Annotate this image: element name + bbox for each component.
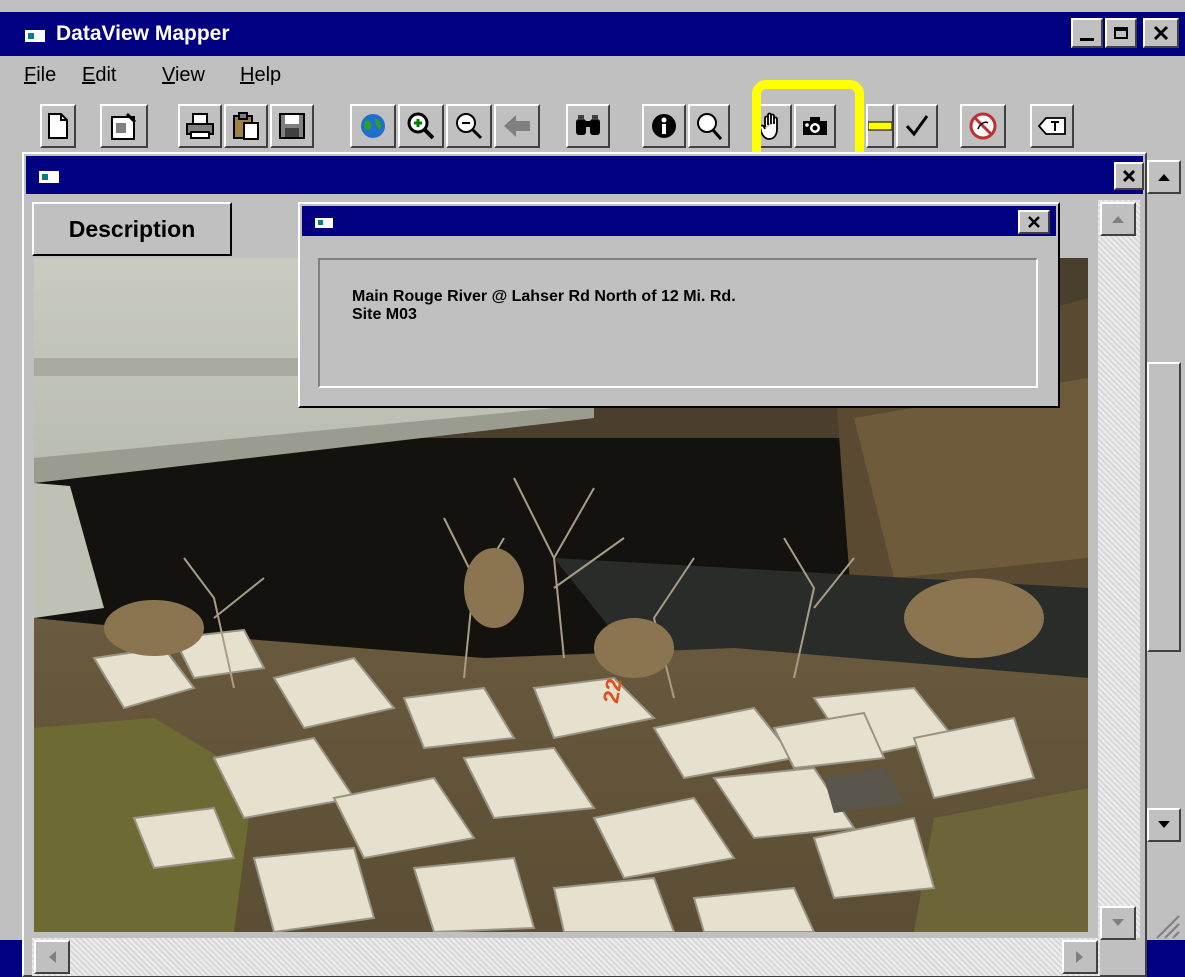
photo-vertical-scrollbar[interactable] [1098,200,1140,938]
photo-window-icon [38,166,60,184]
description-popup: Main Rouge River @ Lahser Rd North of 12… [298,202,1060,408]
new-document-button[interactable] [40,104,76,148]
new-document-icon [48,113,68,139]
photo-window-close-button[interactable] [1114,162,1144,190]
print-button[interactable] [178,104,222,148]
paste-button[interactable] [224,104,268,148]
scroll-left-icon [49,951,56,963]
maximize-icon [1114,27,1128,39]
minimize-icon [1080,37,1094,41]
info-button[interactable] [642,104,686,148]
properties-button[interactable] [100,104,148,148]
main-scroll-thumb[interactable] [1147,362,1181,652]
close-icon [1028,216,1040,228]
menu-edit[interactable]: Edit [82,64,116,87]
no-selection-button[interactable] [960,104,1006,148]
app-title: DataView Mapper [56,22,230,45]
info-icon [652,114,676,138]
scroll-down-icon [1158,821,1170,828]
scroll-up-icon [1158,174,1170,181]
photo-window-title-bar[interactable] [26,156,1143,194]
description-button-label: Description [68,215,196,242]
photo-scroll-down-button[interactable] [1100,906,1136,940]
size-grip[interactable] [1147,880,1181,940]
site-location-text: Main Rouge River @ Lahser Rd North of 12… [352,288,736,305]
description-button[interactable]: Description [32,202,232,256]
menu-file[interactable]: File [24,64,56,87]
check-button[interactable] [896,104,938,148]
size-grip-icon [1156,915,1180,939]
zoom-in-button[interactable] [398,104,444,148]
search-button[interactable] [688,104,730,148]
measure-ruler-button[interactable] [866,104,894,148]
magnifier-icon [697,113,723,140]
zoom-out-button[interactable] [446,104,492,148]
menu-view[interactable]: View [162,64,205,87]
print-icon [186,113,214,139]
back-button[interactable] [494,104,540,148]
close-button[interactable] [1143,18,1179,48]
popup-description-panel: Main Rouge River @ Lahser Rd North of 12… [318,258,1038,388]
menu-bar: File Edit View Help [0,58,1185,94]
main-scroll-down-button[interactable] [1147,808,1181,842]
binoculars-icon [576,115,600,135]
photo-horizontal-scrollbar[interactable] [32,938,1100,976]
app-icon [24,25,46,43]
popup-close-button[interactable] [1018,210,1050,234]
close-icon [1153,25,1169,41]
minimize-button[interactable] [1071,18,1103,48]
back-arrow-icon [504,115,530,137]
site-marker-text: 22 [598,677,627,705]
popup-title-bar[interactable] [302,206,1056,236]
maximize-button[interactable] [1105,18,1137,48]
ruler-icon [868,121,892,131]
main-title-bar[interactable]: DataView Mapper [0,12,1185,56]
check-icon [905,115,929,137]
zoom-out-icon [456,113,483,140]
close-icon [1122,169,1136,183]
save-icon [279,113,305,139]
menu-help[interactable]: Help [240,64,281,87]
scroll-up-icon [1112,216,1124,223]
text-label-button[interactable] [1030,104,1074,148]
save-button[interactable] [270,104,314,148]
popup-window-icon [314,213,334,229]
find-button[interactable] [566,104,610,148]
no-selection-icon [969,112,997,140]
text-label-icon [1037,117,1066,135]
globe-button[interactable] [350,104,396,148]
photo-scroll-left-button[interactable] [34,940,70,974]
paste-icon [233,112,259,140]
scroll-down-icon [1112,919,1124,926]
properties-icon [111,112,137,140]
globe-icon [361,114,385,138]
scroll-right-icon [1076,951,1083,963]
main-scroll-up-button[interactable] [1147,160,1181,194]
zoom-in-icon [407,112,435,140]
photo-scroll-right-button[interactable] [1062,940,1098,974]
popup-description-text: Main Rouge River @ Lahser Rd North of 12… [352,288,736,324]
photo-scroll-up-button[interactable] [1100,202,1136,236]
site-id-text: Site M03 [352,306,417,323]
